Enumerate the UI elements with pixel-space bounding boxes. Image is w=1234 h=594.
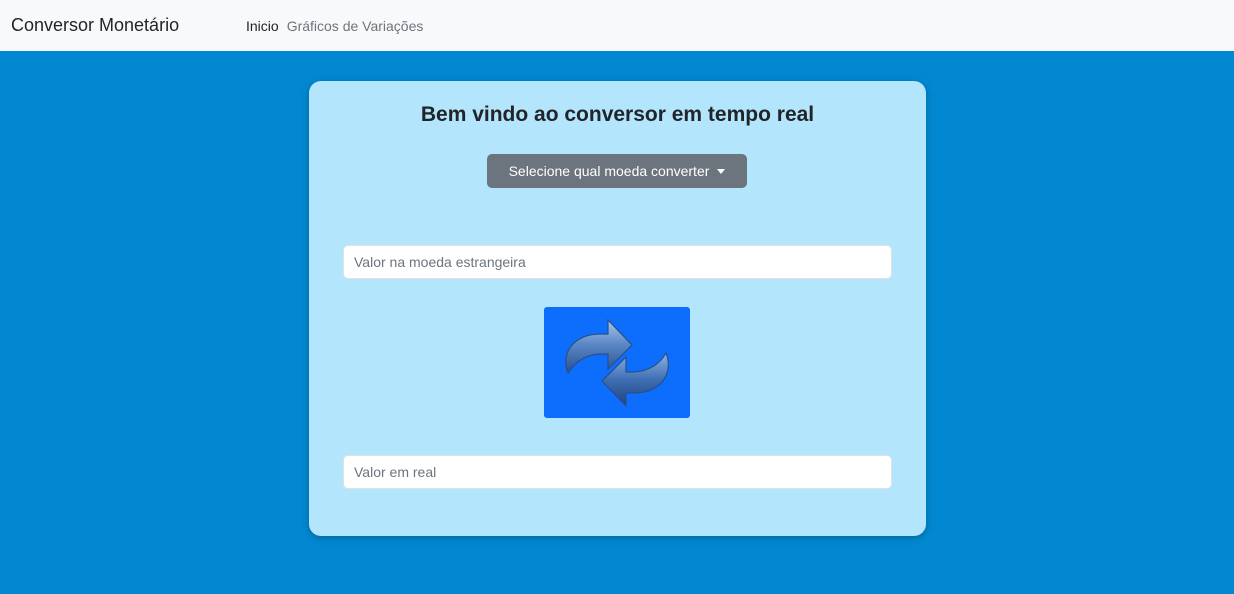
swap-arrows-icon (565, 318, 669, 408)
card-title: Bem vindo ao conversor em tempo real (420, 103, 815, 126)
currency-dropdown-label: Selecione qual moeda converter (508, 163, 710, 179)
nav-link-inicio[interactable]: Inicio (246, 17, 279, 35)
nav-links: Inicio Gráficos de Variações (246, 17, 423, 35)
swap-button[interactable] (544, 307, 690, 418)
nav-link-graficos[interactable]: Gráficos de Variações (287, 17, 424, 35)
navbar: Conversor Monetário Inicio Gráficos de V… (0, 0, 1234, 51)
navbar-brand[interactable]: Conversor Monetário (11, 14, 179, 36)
currency-dropdown-button[interactable]: Selecione qual moeda converter (487, 154, 747, 188)
converter-card: Bem vindo ao conversor em tempo real Sel… (309, 81, 926, 536)
caret-down-icon (717, 168, 726, 174)
foreign-value-input[interactable] (343, 245, 892, 279)
real-value-input[interactable] (343, 455, 892, 489)
